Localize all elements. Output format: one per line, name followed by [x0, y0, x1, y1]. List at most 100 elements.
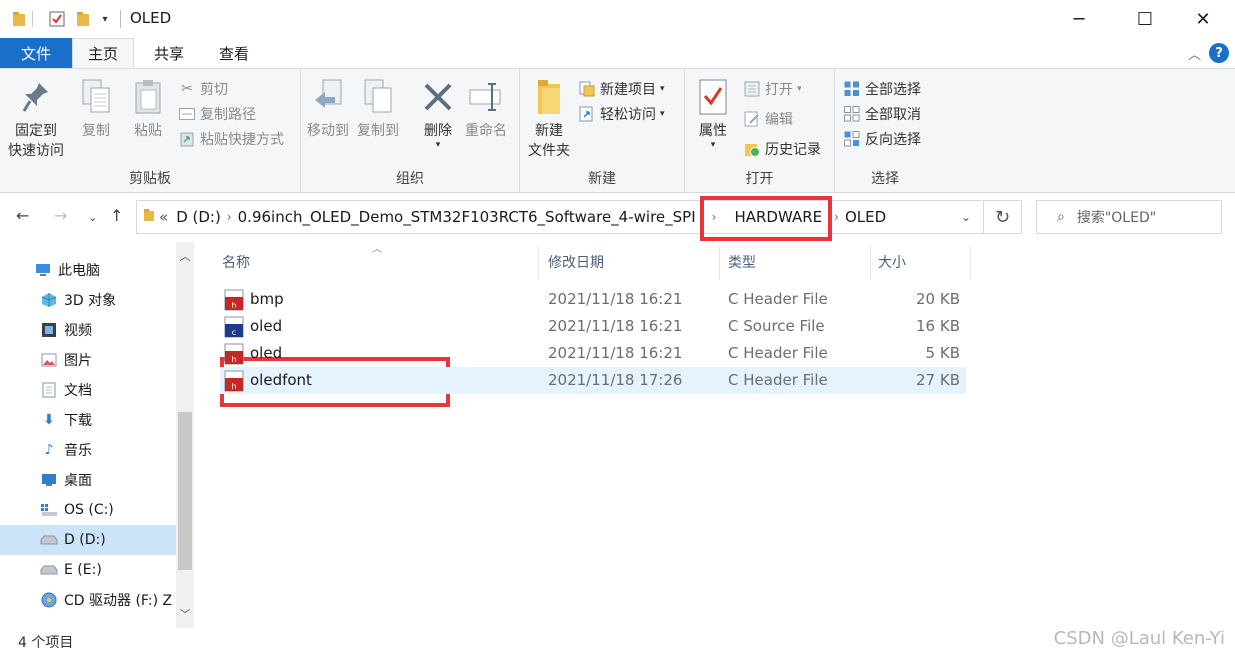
- select-none-button[interactable]: 全部取消: [843, 102, 921, 126]
- column-header-name[interactable]: 名称: [222, 252, 250, 272]
- easy-access-button[interactable]: 轻松访问 ▾: [578, 102, 665, 126]
- nav-item-downloads[interactable]: ⬇ 下载: [0, 405, 176, 435]
- delete-dropdown-icon[interactable]: ▾: [436, 141, 441, 150]
- rename-icon: [468, 77, 504, 117]
- up-arrow-icon[interactable]: ↑: [110, 206, 123, 225]
- nav-item-label: E (E:): [64, 562, 102, 578]
- nav-item-pictures[interactable]: 图片: [0, 345, 176, 375]
- nav-item-documents[interactable]: 文档: [0, 375, 176, 405]
- cut-button[interactable]: ✂ 剪切: [178, 77, 228, 101]
- nav-item-d-drive[interactable]: D (D:): [0, 525, 176, 555]
- column-separator[interactable]: [870, 246, 871, 280]
- new-folder-icon: [531, 77, 567, 117]
- tab-file[interactable]: 文件: [0, 38, 72, 68]
- new-folder-quick-icon[interactable]: [74, 9, 92, 29]
- column-header-size[interactable]: 大小: [878, 252, 906, 272]
- customize-quick-access-icon[interactable]: ▾: [98, 9, 112, 29]
- history-button[interactable]: 历史记录: [743, 137, 821, 161]
- open-button[interactable]: 打开 ▾: [743, 77, 802, 101]
- edit-button[interactable]: 编辑: [743, 107, 793, 131]
- address-dropdown-icon[interactable]: ⌄: [961, 210, 971, 224]
- maximize-button[interactable]: ☐: [1122, 0, 1168, 38]
- nav-item-label: 文档: [64, 383, 92, 399]
- copy-path-button[interactable]: 复制路径: [178, 102, 256, 126]
- cube-icon: [40, 291, 58, 309]
- breadcrumb-overflow[interactable]: «: [159, 208, 168, 226]
- clipboard-group-label: 剪贴板: [129, 171, 171, 187]
- properties-dropdown-icon[interactable]: ▾: [711, 141, 716, 150]
- copy-to-button[interactable]: 复制到: [357, 77, 399, 141]
- refresh-icon[interactable]: ↻: [984, 200, 1022, 234]
- table-row[interactable]: c oled 2021/11/18 16:21 C Source File 16…: [220, 313, 966, 340]
- nav-item-e-drive[interactable]: E (E:): [0, 555, 176, 585]
- paste-icon: [130, 77, 166, 117]
- breadcrumb-oled[interactable]: OLED: [845, 208, 886, 226]
- nav-item-music[interactable]: ♪ 音乐: [0, 435, 176, 465]
- collapse-ribbon-icon[interactable]: ︿: [1188, 44, 1201, 63]
- nav-item-this-pc[interactable]: 此电脑: [0, 255, 176, 285]
- sort-ascending-icon: ︿: [372, 244, 382, 255]
- column-separator[interactable]: [970, 246, 971, 280]
- address-bar[interactable]: « D (D:) › 0.96inch_OLED_Demo_STM32F103R…: [136, 200, 984, 234]
- invert-selection-button[interactable]: 反向选择: [843, 127, 921, 151]
- nav-item-c-drive[interactable]: OS (C:): [0, 495, 176, 525]
- easy-access-icon: [578, 105, 596, 123]
- pin-to-quick-access-button[interactable]: 固定到 快速访问: [8, 77, 64, 161]
- search-input[interactable]: ⌕ 搜索"OLED": [1036, 200, 1222, 234]
- nav-item-3d-objects[interactable]: 3D 对象: [0, 285, 176, 315]
- forward-arrow-icon[interactable]: →: [54, 206, 67, 225]
- copy-button[interactable]: 复制: [78, 77, 114, 141]
- column-header-date[interactable]: 修改日期: [548, 252, 604, 272]
- breadcrumb-chevron-icon[interactable]: ›: [227, 210, 232, 224]
- scroll-thumb[interactable]: [178, 412, 192, 570]
- nav-item-videos[interactable]: 视频: [0, 315, 176, 345]
- delete-button[interactable]: 删除 ▾: [420, 77, 456, 150]
- nav-scrollbar[interactable]: ︿ ﹀: [176, 242, 194, 628]
- column-separator[interactable]: [538, 246, 539, 280]
- back-arrow-icon[interactable]: ←: [16, 206, 29, 225]
- new-item-icon: [578, 80, 596, 98]
- table-row[interactable]: h oled 2021/11/18 16:21 C Header File 5 …: [220, 340, 966, 367]
- help-icon[interactable]: ?: [1209, 43, 1229, 63]
- scroll-up-icon[interactable]: ︿: [176, 248, 194, 264]
- tab-share[interactable]: 共享: [138, 38, 200, 68]
- move-to-button[interactable]: 移动到: [307, 77, 349, 141]
- scroll-down-icon[interactable]: ﹀: [176, 606, 194, 622]
- properties-quick-icon[interactable]: [48, 9, 66, 29]
- file-type: C Header File: [728, 344, 828, 362]
- column-separator[interactable]: [719, 246, 720, 280]
- breadcrumb-project-folder[interactable]: 0.96inch_OLED_Demo_STM32F103RCT6_Softwar…: [238, 208, 696, 226]
- nav-item-desktop[interactable]: 桌面: [0, 465, 176, 495]
- table-row[interactable]: h bmp 2021/11/18 16:21 C Header File 20 …: [220, 286, 966, 313]
- cd-drive-icon: [40, 591, 58, 609]
- new-group: 新建 文件夹 新建项目 ▾ 轻松访问 ▾ 新建: [520, 69, 685, 192]
- close-button[interactable]: ✕: [1180, 0, 1226, 38]
- new-folder-label-1: 新建: [535, 123, 563, 139]
- column-header-type[interactable]: 类型: [728, 252, 756, 272]
- breadcrumb-d-drive[interactable]: D (D:): [176, 208, 221, 226]
- breadcrumb-chevron-icon[interactable]: ›: [712, 210, 717, 224]
- minimize-button[interactable]: ─: [1056, 0, 1102, 38]
- properties-label: 属性: [699, 123, 727, 139]
- ribbon-tabs: 文件 主页 共享 查看 ︿ ?: [0, 38, 1235, 68]
- table-row-selected[interactable]: h oledfont 2021/11/18 17:26 C Header Fil…: [220, 367, 966, 394]
- tab-home[interactable]: 主页: [72, 38, 134, 68]
- file-type: C Header File: [728, 371, 828, 389]
- new-folder-button[interactable]: 新建 文件夹: [528, 77, 570, 161]
- history-label: 历史记录: [765, 142, 821, 158]
- clipboard-group: 固定到 快速访问 复制 粘贴 ✂ 剪切 复制路径 粘贴快捷方式 剪贴板: [0, 69, 301, 192]
- select-all-button[interactable]: 全部选择: [843, 77, 921, 101]
- new-item-button[interactable]: 新建项目 ▾: [578, 77, 665, 101]
- paste-button[interactable]: 粘贴: [130, 77, 166, 141]
- rename-button[interactable]: 重命名: [465, 77, 507, 141]
- paste-shortcut-button[interactable]: 粘贴快捷方式: [178, 127, 284, 151]
- properties-button[interactable]: 属性 ▾: [695, 77, 731, 150]
- file-size: 16 KB: [916, 317, 960, 335]
- recent-locations-chevron-icon[interactable]: ⌄: [88, 211, 97, 224]
- new-item-dropdown-icon: ▾: [660, 84, 665, 94]
- nav-item-cd-drive[interactable]: CD 驱动器 (F:) Z: [0, 585, 176, 615]
- breadcrumb-chevron-icon[interactable]: ›: [834, 210, 839, 224]
- tab-view[interactable]: 查看: [203, 38, 265, 68]
- new-item-label: 新建项目: [600, 82, 656, 98]
- breadcrumb-hardware[interactable]: HARDWARE: [734, 208, 822, 226]
